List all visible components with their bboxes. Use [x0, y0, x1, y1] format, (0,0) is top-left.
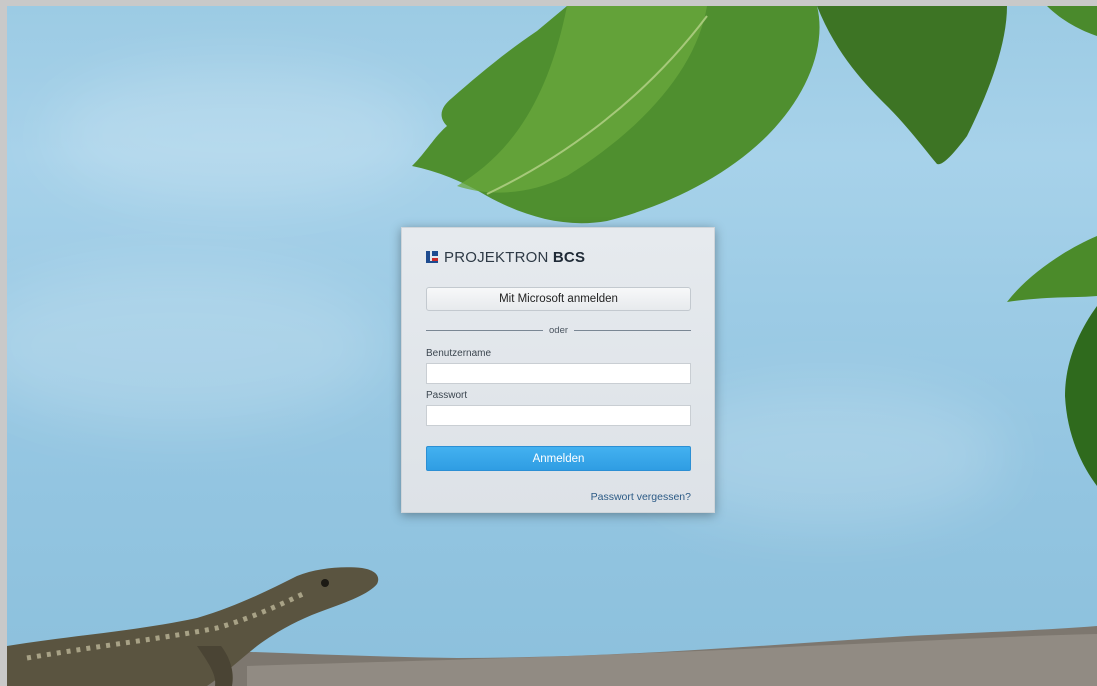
leaf-shape	[1065, 306, 1097, 486]
microsoft-login-button-label: Mit Microsoft anmelden	[499, 293, 618, 305]
leaf-shape	[1047, 6, 1097, 36]
divider-text: oder	[549, 324, 569, 336]
leaf-shape	[1007, 236, 1097, 302]
divider-line-right	[574, 329, 692, 331]
login-submit-button-label: Anmelden	[532, 452, 585, 465]
or-divider: oder	[426, 324, 692, 336]
projektron-logo-icon	[426, 251, 438, 263]
browser-viewport: PROJEKTRON BCS Mit Microsoft anmelden od…	[0, 0, 1097, 686]
username-input[interactable]	[426, 363, 691, 384]
leaf-shape	[817, 6, 1007, 165]
divider-line-left	[426, 329, 543, 331]
lizard-eye	[321, 579, 329, 587]
brand-name-bold: BCS	[552, 248, 586, 266]
brand-header: PROJEKTRON BCS	[426, 247, 585, 267]
login-submit-button[interactable]: Anmelden	[426, 446, 691, 471]
password-label: Passwort	[426, 390, 468, 401]
microsoft-login-button[interactable]: Mit Microsoft anmelden	[426, 287, 691, 311]
brand-name: PROJEKTRON BCS	[444, 249, 585, 266]
username-label: Benutzername	[426, 348, 492, 359]
brand-name-regular: PROJEKTRON	[444, 248, 549, 266]
login-card: PROJEKTRON BCS Mit Microsoft anmelden od…	[401, 227, 715, 513]
password-input[interactable]	[426, 405, 691, 426]
forgot-password-link[interactable]: Passwort vergessen?	[591, 491, 691, 503]
